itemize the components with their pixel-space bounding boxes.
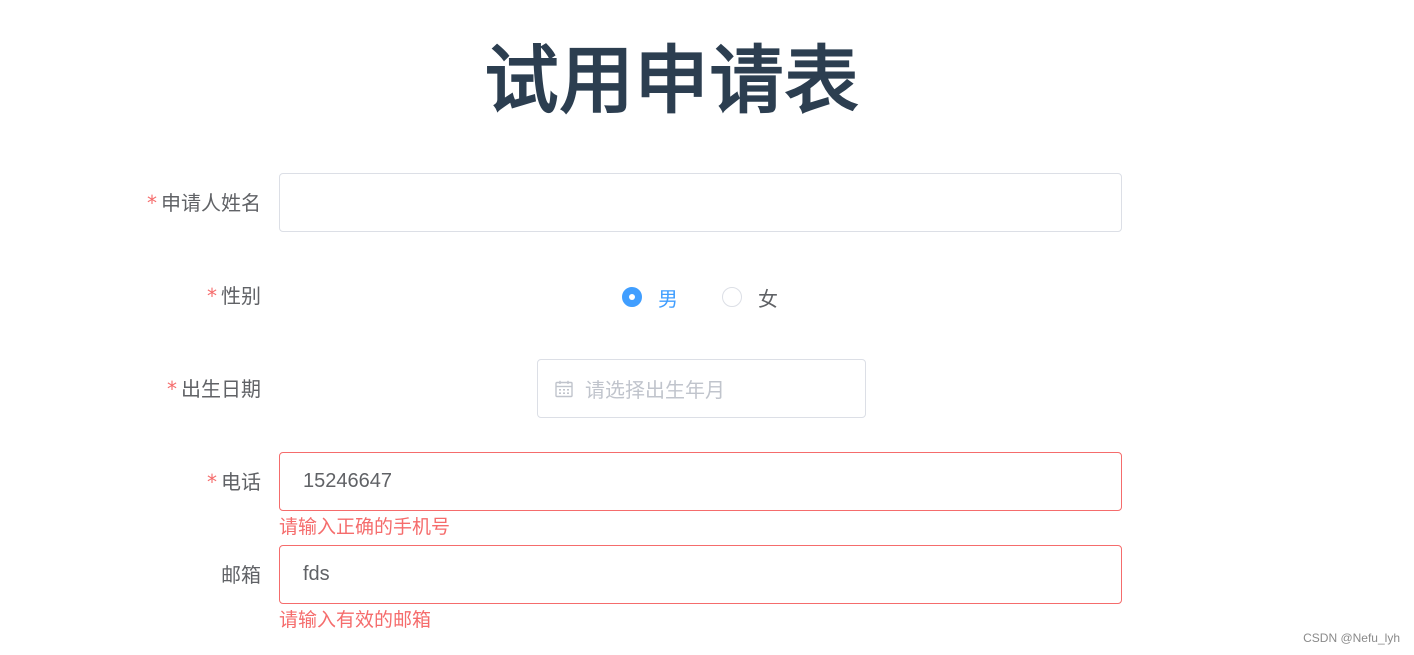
- required-mark: *: [147, 191, 157, 215]
- gender-label-text: 性别: [221, 284, 261, 308]
- gender-field-label: * 性别: [207, 266, 261, 326]
- gender-radio-group: 男 女: [622, 282, 778, 312]
- calendar-icon: [555, 380, 573, 397]
- birth-date-placeholder: 请选择出生年月: [585, 378, 725, 402]
- email-field-label: 邮箱: [221, 545, 261, 605]
- radio-label-female[interactable]: 女: [758, 283, 778, 312]
- birth-date-label-text: 出生日期: [181, 377, 261, 401]
- birth-date-picker[interactable]: 请选择出生年月: [537, 359, 866, 418]
- phone-field-label: * 电话: [207, 452, 261, 512]
- email-input[interactable]: fds: [279, 545, 1122, 604]
- phone-input[interactable]: 15246647: [279, 452, 1122, 511]
- phone-label-text: 电话: [221, 470, 261, 494]
- radio-unchecked-icon[interactable]: [722, 287, 742, 307]
- birth-date-field-label: * 出生日期: [167, 359, 261, 419]
- application-form-page: 试用申请表 * 申请人姓名 * 性别 男 女 * 出生日期 请选择出生年月 * …: [0, 0, 1414, 655]
- name-label-text: 申请人姓名: [161, 191, 261, 215]
- gender-radio-female[interactable]: 女: [722, 283, 778, 312]
- email-error-message: 请输入有效的邮箱: [279, 609, 432, 631]
- phone-error-message: 请输入正确的手机号: [279, 516, 451, 538]
- page-title: 试用申请表: [484, 38, 860, 124]
- name-field-label: * 申请人姓名: [147, 173, 261, 233]
- email-label-text: 邮箱: [221, 563, 261, 587]
- required-mark: *: [167, 377, 177, 401]
- applicant-name-input[interactable]: [279, 173, 1122, 232]
- gender-radio-male[interactable]: 男: [622, 283, 678, 312]
- radio-label-male[interactable]: 男: [658, 283, 678, 312]
- required-mark: *: [207, 284, 217, 308]
- watermark: CSDN @Nefu_lyh: [1303, 631, 1400, 645]
- required-mark: *: [207, 470, 217, 494]
- radio-checked-icon[interactable]: [622, 287, 642, 307]
